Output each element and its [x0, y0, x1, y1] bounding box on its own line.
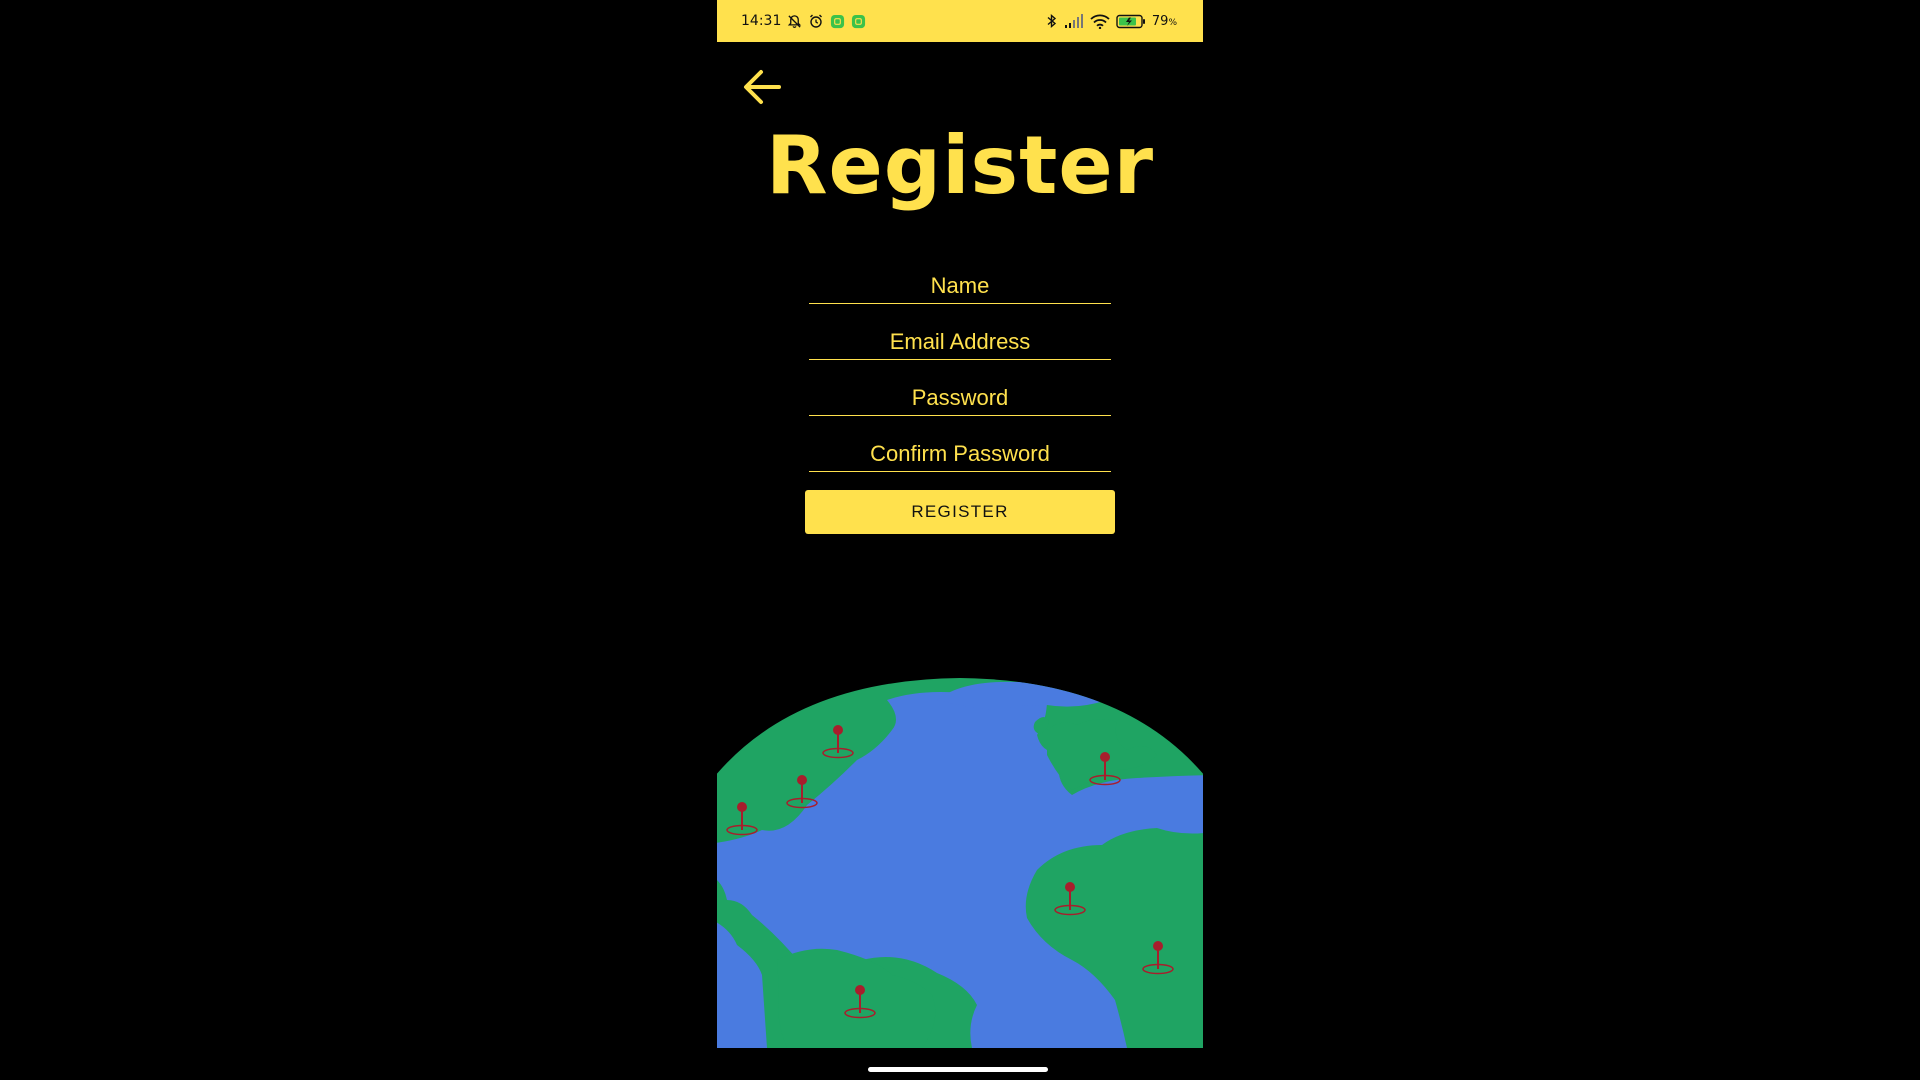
confirm-password-field[interactable] — [809, 436, 1111, 472]
status-left: 14:31 — [741, 0, 866, 42]
logo-text: Register — [765, 119, 1155, 212]
app-notification-icon — [830, 14, 845, 29]
battery-charging-icon — [1116, 14, 1146, 29]
status-right: 79% — [1046, 0, 1177, 42]
register-logo: Register — [717, 126, 1203, 206]
arrow-left-icon — [744, 70, 781, 104]
alarm-icon — [808, 13, 824, 29]
email-field[interactable] — [809, 324, 1111, 360]
register-button[interactable]: REGISTER — [805, 490, 1115, 534]
app-notification-icon — [851, 14, 866, 29]
status-bar: 14:31 79% — [717, 0, 1203, 42]
password-field[interactable] — [809, 380, 1111, 416]
globe-illustration — [717, 678, 1203, 1048]
back-button[interactable] — [737, 62, 787, 112]
wifi-icon — [1090, 14, 1110, 29]
name-field[interactable] — [809, 268, 1111, 304]
battery-percent-unit: % — [1168, 17, 1177, 28]
home-indicator[interactable] — [868, 1067, 1048, 1072]
app-screen: 14:31 79% Register Name Email Address RE… — [717, 0, 1203, 1048]
mute-bell-icon — [787, 14, 802, 29]
battery-percent-value: 79 — [1151, 13, 1169, 29]
status-time: 14:31 — [741, 13, 782, 29]
battery-percent: 79% — [1152, 14, 1177, 29]
bluetooth-icon — [1046, 13, 1058, 29]
signal-icon — [1064, 14, 1084, 28]
